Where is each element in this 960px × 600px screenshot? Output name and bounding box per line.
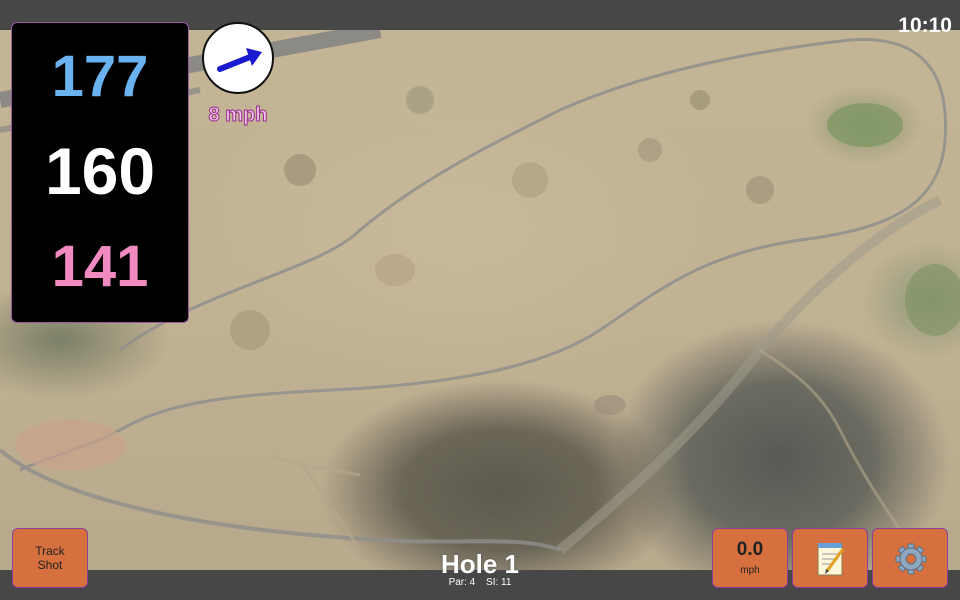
wind-indicator[interactable] bbox=[202, 22, 274, 94]
settings-button[interactable] bbox=[872, 528, 948, 588]
speed-button[interactable]: 0.0 mph bbox=[712, 528, 788, 588]
wind-speed: 8 mph bbox=[208, 104, 268, 127]
par-label: Par: 4 bbox=[448, 577, 476, 588]
hole-title: Hole 1 bbox=[440, 549, 520, 579]
clock: 10:10 bbox=[898, 14, 952, 37]
back-distance: 177 bbox=[51, 44, 149, 109]
notepad-icon bbox=[817, 543, 845, 576]
arrow-right-icon bbox=[217, 48, 262, 72]
front-distance: 141 bbox=[51, 234, 149, 299]
hole-info: Par: 4 SI: 11 bbox=[380, 577, 580, 588]
track-shot-button[interactable]: Track Shot bbox=[12, 528, 88, 588]
middle-distance: 160 bbox=[44, 134, 156, 208]
gear-icon bbox=[895, 543, 927, 575]
speed-unit: mph bbox=[740, 565, 760, 576]
stroke-index-label: SI: 11 bbox=[486, 577, 512, 588]
speed-value: 0.0 bbox=[736, 539, 764, 560]
notes-button[interactable] bbox=[792, 528, 868, 588]
distance-panel: 177 160 141 bbox=[11, 22, 189, 323]
track-shot-label: Track Shot bbox=[35, 544, 65, 572]
